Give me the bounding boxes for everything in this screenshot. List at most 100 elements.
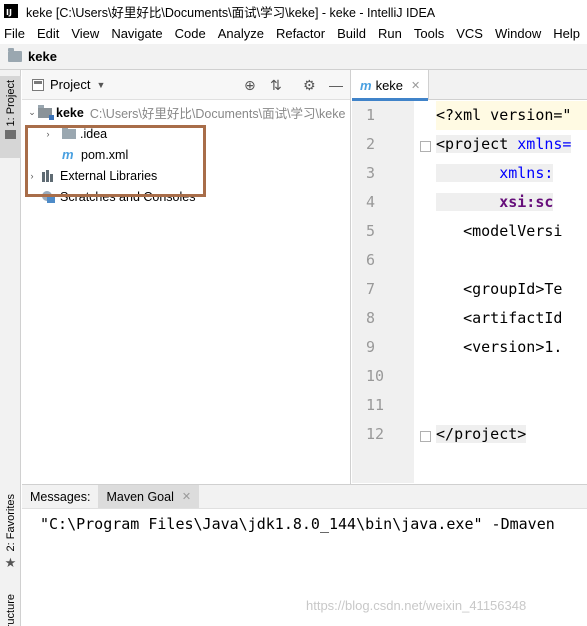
hide-panel-icon[interactable]: — [329, 77, 343, 93]
line-number: 9 [366, 338, 376, 356]
menu-build[interactable]: Build [331, 26, 372, 41]
menu-code[interactable]: Code [169, 26, 212, 41]
tree-node-pom[interactable]: m pom.xml [22, 144, 350, 165]
code-version-tag: version [472, 338, 536, 356]
project-view-icon [32, 78, 44, 91]
structure-tool-tab[interactable]: Structure [0, 590, 21, 626]
code-bracket: < [463, 222, 473, 240]
project-panel: Project ▼ ⊕ ⇅ ⚙ — ⌄ keke C:\Users\好里好比\D… [22, 70, 351, 484]
favorites-tool-tab-label: 2: Favorites [4, 494, 17, 552]
close-icon[interactable]: ✕ [182, 490, 191, 503]
project-tool-tab[interactable]: 1: Project [0, 76, 21, 158]
menu-analyze[interactable]: Analyze [212, 26, 270, 41]
navigation-bar: keke [0, 44, 587, 70]
star-icon: ★ [4, 555, 17, 571]
code-bracket: < [463, 309, 473, 327]
code-line: xsi:sc [436, 188, 587, 217]
fold-marker-icon[interactable] [420, 141, 431, 152]
menu-vcs[interactable]: VCS [450, 26, 489, 41]
line-number: 4 [366, 193, 376, 211]
libraries-icon [42, 169, 56, 182]
code-xsi-attr: xsi:sc [499, 193, 554, 211]
code-editor[interactable]: <?xml version=" <project xmlns= xmlns: x… [436, 101, 587, 483]
tree-node-root[interactable]: ⌄ keke C:\Users\好里好比\Documents\面试\学习\kek… [22, 102, 350, 123]
locate-target-icon[interactable]: ⊕ [244, 77, 256, 93]
code-line: </project> [436, 420, 587, 449]
code-bracket: > [517, 425, 527, 443]
code-xmlns-attr: xmlns= [508, 135, 572, 153]
messages-tab-bar: Messages: Maven Goal ✕ [22, 484, 587, 509]
tree-node-scratches[interactable]: Scratches and Consoles [22, 186, 350, 207]
messages-label: Messages: [30, 489, 91, 504]
line-number: 8 [366, 309, 376, 327]
maven-file-icon: m [62, 147, 74, 162]
code-bracket: </ [436, 425, 455, 443]
menu-refactor[interactable]: Refactor [270, 26, 331, 41]
gear-icon[interactable]: ⚙ [303, 77, 316, 93]
line-number: 7 [366, 280, 376, 298]
project-view-selector[interactable]: Project [50, 77, 90, 92]
project-tool-tab-label: 1: Project [4, 80, 17, 127]
code-line: <?xml version=" [436, 101, 587, 130]
maven-file-icon: m [360, 77, 372, 93]
menu-file[interactable]: File [0, 26, 31, 41]
line-number: 5 [366, 222, 376, 240]
folder-icon [62, 125, 76, 139]
collapse-all-icon[interactable]: ⇅ [270, 77, 282, 93]
menu-navigate[interactable]: Navigate [105, 26, 168, 41]
menu-window[interactable]: Window [489, 26, 547, 41]
code-project-close: project [454, 425, 518, 443]
pom-file-name: pom.xml [81, 147, 129, 162]
menu-edit[interactable]: Edit [31, 26, 65, 41]
menu-help[interactable]: Help [547, 26, 586, 41]
code-line: <groupId>Te [436, 275, 587, 304]
project-folder-icon [8, 48, 22, 62]
editor-gutter: 1 2 3 4 5 6 7 8 9 10 11 12 [352, 101, 414, 483]
project-tree: ⌄ keke C:\Users\好里好比\Documents\面试\学习\kek… [22, 100, 350, 207]
line-number: 2 [366, 135, 376, 153]
fold-marker-icon[interactable] [420, 431, 431, 442]
chevron-down-icon[interactable]: ⌄ [26, 107, 38, 118]
menu-bar: File Edit View Navigate Code Analyze Ref… [0, 22, 587, 44]
chevron-right-icon[interactable]: › [42, 129, 54, 139]
favorites-tool-tab[interactable]: 2: Favorites ★ [0, 490, 21, 580]
idea-folder-name: .idea [80, 126, 108, 141]
code-xmlns-prefix: xmlns: [499, 164, 554, 182]
title-bar: IJ keke [C:\Users\好里好比\Documents\面试\学习\k… [0, 0, 587, 22]
line-number: 12 [366, 425, 385, 443]
code-line: <modelVersi [436, 217, 587, 246]
menu-tools[interactable]: Tools [408, 26, 450, 41]
code-version-value: >1. [535, 338, 563, 356]
scratches-icon [42, 190, 56, 203]
project-tool-icon [5, 130, 16, 140]
tree-node-external-libraries[interactable]: › External Libraries [22, 165, 350, 186]
code-bracket: < [463, 338, 473, 356]
close-icon[interactable]: ✕ [411, 79, 420, 92]
external-libraries-label: External Libraries [60, 168, 158, 183]
code-bracket: < [463, 280, 473, 298]
left-tool-stripe: 1: Project 2: Favorites ★ Structure [0, 70, 21, 626]
code-line: <version>1. [436, 333, 587, 362]
fold-column [414, 101, 436, 483]
line-number: 11 [366, 396, 385, 414]
intellij-app-icon: IJ [4, 4, 18, 18]
maven-goal-tab[interactable]: Maven Goal ✕ [98, 485, 200, 508]
line-number: 6 [366, 251, 376, 269]
console-command-line: "C:\Program Files\Java\jdk1.8.0_144\bin\… [40, 515, 555, 533]
tree-node-idea[interactable]: › .idea [22, 123, 350, 144]
messages-console[interactable]: "C:\Program Files\Java\jdk1.8.0_144\bin\… [22, 509, 587, 626]
editor-tab-keke[interactable]: m keke ✕ [352, 70, 430, 101]
code-project-open: <project [436, 135, 509, 153]
menu-view[interactable]: View [65, 26, 105, 41]
code-artifactid-tag: artifactId [472, 309, 563, 327]
code-groupid-tag: groupId [472, 280, 536, 298]
line-number: 3 [366, 164, 376, 182]
editor-tab-bar: m keke ✕ [352, 70, 587, 101]
breadcrumb-project[interactable]: keke [28, 49, 57, 64]
chevron-right-icon[interactable]: › [26, 171, 38, 181]
menu-run[interactable]: Run [372, 26, 408, 41]
chevron-down-icon[interactable]: ▼ [96, 80, 105, 90]
